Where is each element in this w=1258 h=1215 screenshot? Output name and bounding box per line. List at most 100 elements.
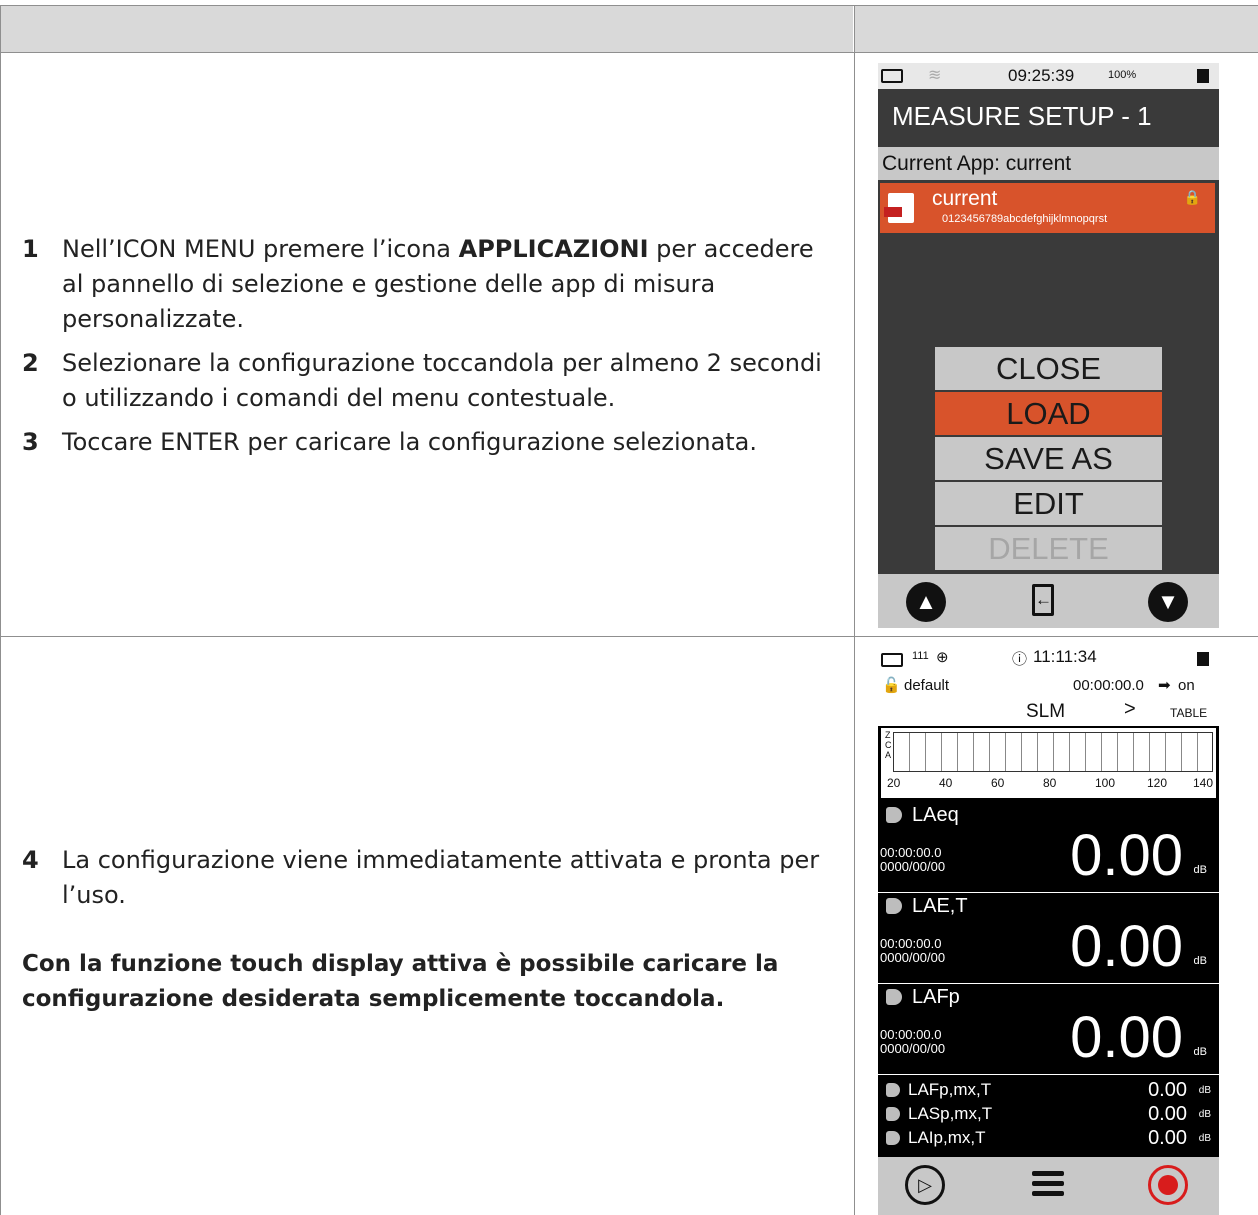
chevron-right-icon[interactable]: > (1124, 698, 1136, 721)
status-counter: 111 (912, 650, 929, 662)
step-text-bold: APPLICAZIONI (458, 235, 649, 263)
battery-icon (881, 69, 903, 83)
measure-row-laip-mx[interactable]: LAIp,mx,T 0.00 dB (878, 1127, 1219, 1150)
measure-label: LAFp (912, 986, 960, 1008)
menu-item-close[interactable]: CLOSE (935, 347, 1162, 390)
status-bar: ≋ 09:25:39 100% (878, 63, 1219, 89)
measure-timestamp: 00:00:00.0 0000/00/00 (880, 846, 945, 874)
measure-unit: dB (1198, 1133, 1211, 1144)
table-border-row (0, 636, 1258, 637)
measure-label: LAFp,mx,T (908, 1080, 992, 1099)
status-battery-level: 100% (1108, 69, 1137, 81)
measure-date: 0000/00/00 (880, 950, 946, 965)
record-icon[interactable] (1148, 1165, 1188, 1205)
menu-icon[interactable] (1032, 1171, 1064, 1197)
step-text: La configurazione viene immediatamente a… (62, 846, 820, 909)
app-description: 0123456789abcdefghijklmnopqrst (942, 213, 1108, 225)
measure-date: 0000/00/00 (880, 1041, 946, 1056)
measure-block-laeq[interactable]: LAeq 00:00:00.0 0000/00/00 0.00 dB (878, 802, 1219, 893)
measure-value: 0.00 (1148, 1079, 1187, 1101)
step-1: 1 Nell’ICON MENU premere l’icona APPLICA… (22, 232, 822, 337)
step-number: 4 (22, 846, 39, 874)
measure-time: 00:00:00.0 (880, 1027, 942, 1042)
measure-timestamp: 00:00:00.0 0000/00/00 (880, 1028, 945, 1056)
measure-block-lae-t[interactable]: LAE,T 00:00:00.0 0000/00/00 0.00 dB (878, 893, 1219, 984)
step-number: 3 (22, 428, 39, 456)
measure-unit: dB (1198, 1085, 1211, 1096)
speaker-icon (886, 807, 902, 823)
step-text: Toccare ENTER per caricare la configuraz… (62, 428, 758, 456)
step-4: 4 La configurazione viene immediatamente… (22, 843, 822, 913)
profile-name: default (904, 677, 950, 694)
measure-row-lasp-mx[interactable]: LASp,mx,T 0.00 dB (878, 1103, 1219, 1126)
arrow-down-icon[interactable]: ▼ (1148, 582, 1188, 622)
weighting-z: Z (885, 730, 891, 740)
measure-value: 0.00 (1070, 1005, 1183, 1070)
step-number: 2 (22, 349, 39, 377)
step-text: Nell’ICON MENU premere l’icona APPLICAZI… (62, 232, 822, 337)
step-2: 2 Selezionare la configurazione toccando… (22, 346, 822, 416)
table-header-cell-right (855, 6, 1258, 52)
scale-tick: 40 (939, 776, 953, 790)
slm-screen: 111 ⊕ ⓘ 11:11:34 🔓 default 00:00:00.0 ➡ … (878, 646, 1219, 1215)
speaker-icon (886, 1107, 900, 1121)
lock-icon: 🔒 (1183, 189, 1201, 205)
measure-value: 0.00 (1070, 914, 1183, 979)
measure-time: 00:00:00.0 (880, 845, 942, 860)
table-border-middle (854, 5, 855, 1215)
slm-header: 111 ⊕ ⓘ 11:11:34 🔓 default 00:00:00.0 ➡ … (878, 646, 1219, 726)
measure-date: 0000/00/00 (880, 859, 946, 874)
menu-item-save-as[interactable]: SAVE AS (935, 437, 1162, 480)
measure-label: LAIp,mx,T (908, 1128, 986, 1147)
step-3: 3 Toccare ENTER per caricare la configur… (22, 425, 822, 460)
next-view-label[interactable]: TABLE (1170, 706, 1207, 720)
measure-block-lafp[interactable]: LAFp 00:00:00.0 0000/00/00 0.00 dB (878, 984, 1219, 1075)
bottom-toolbar: ▷ (878, 1157, 1219, 1215)
measure-unit: dB (1198, 1109, 1211, 1120)
menu-item-edit[interactable]: EDIT (935, 482, 1162, 525)
arrow-up-icon[interactable]: ▲ (906, 582, 946, 622)
context-menu: CLOSE LOAD SAVE AS EDIT DELETE (935, 347, 1162, 572)
menu-item-load[interactable]: LOAD (935, 392, 1162, 435)
record-status-icon (1197, 652, 1209, 666)
weighting-a: A (885, 750, 892, 760)
menu-item-delete[interactable]: DELETE (935, 527, 1162, 570)
measure-label: LAE,T (912, 895, 968, 917)
step-text: Selezionare la configurazione toccandola… (62, 349, 822, 412)
unlock-icon: 🔓 (882, 677, 901, 694)
table-border-header (0, 52, 1258, 53)
scale-tick: 100 (1095, 776, 1116, 790)
measure-value: 0.00 (1148, 1103, 1187, 1125)
speaker-icon (886, 898, 902, 914)
bottom-toolbar: ▲ ← ▼ (878, 574, 1219, 628)
measure-unit: dB (1193, 955, 1207, 967)
speaker-icon (886, 989, 902, 1005)
scale-tick: 60 (991, 776, 1005, 790)
measure-setup-screen: ≋ 09:25:39 100% MEASURE SETUP - 1 Curren… (878, 63, 1219, 628)
app-list-item[interactable]: current 0123456789abcdefghijklmnopqrst 🔒 (880, 183, 1215, 233)
current-app-label: Current App: current (878, 147, 1219, 180)
level-scale: Z C A 20 40 60 80 100 120 140 (881, 728, 1216, 798)
scale-tick: 140 (1193, 776, 1214, 790)
gps-icon: ⊕ (936, 649, 949, 666)
timer-value: 00:00:00.0 (1073, 677, 1144, 694)
scale-tick: 120 (1147, 776, 1168, 790)
status-time: 11:11:34 (1033, 647, 1097, 666)
section2-steps: 4 La configurazione viene immediatamente… (22, 843, 822, 1017)
enter-icon[interactable]: ← (1032, 584, 1054, 616)
level-bar-grid (893, 732, 1213, 772)
measure-row-lafp-mx[interactable]: LAFp,mx,T 0.00 dB (878, 1079, 1219, 1102)
play-icon[interactable]: ▷ (905, 1165, 945, 1205)
table-border-top (0, 5, 1258, 6)
manual-page: 1 Nell’ICON MENU premere l’icona APPLICA… (0, 0, 1258, 1215)
measure-value: 0.00 (1070, 823, 1183, 888)
timer-on-label: on (1178, 677, 1195, 694)
mode-label: SLM (1026, 701, 1066, 722)
touch-display-note: Con la funzione touch display attiva è p… (22, 951, 779, 1012)
measure-unit: dB (1193, 864, 1207, 876)
status-time: 09:25:39 (1008, 66, 1075, 85)
table-border-left (0, 5, 1, 1215)
table-header-cell-left (1, 6, 853, 52)
battery-icon (881, 653, 903, 667)
app-name: current (932, 187, 998, 210)
